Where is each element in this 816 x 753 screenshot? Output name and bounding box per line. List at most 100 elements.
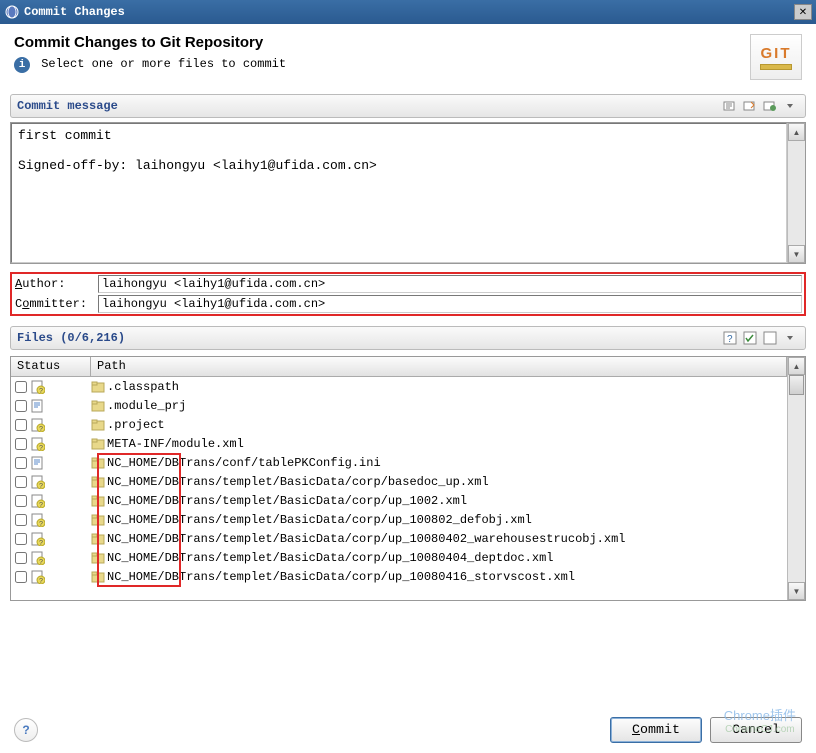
dialog-header: Commit Changes to Git Repository i Selec… <box>0 24 816 90</box>
scroll-up-icon[interactable]: ▲ <box>788 357 805 375</box>
table-row[interactable]: ? META-INF/module.xml <box>11 434 787 453</box>
cancel-button[interactable]: Cancel <box>710 717 802 743</box>
table-body: ? .classpath .module_prj? .project? META-INF… <box>11 377 787 586</box>
table-row[interactable]: ? NC_HOME/DBTrans/templet/BasicData/corp/… <box>11 472 787 491</box>
folder-icon <box>91 418 105 432</box>
dropdown-icon[interactable] <box>781 98 799 114</box>
file-status-icon: ? <box>31 437 45 451</box>
commit-message-textarea[interactable] <box>11 123 787 263</box>
file-status-icon: ? <box>31 570 45 584</box>
file-path: .classpath <box>107 380 179 394</box>
committer-input[interactable] <box>98 295 802 313</box>
git-logo: GIT <box>750 34 802 80</box>
files-header: Files (0/6,216) ? <box>10 326 806 350</box>
folder-icon <box>91 513 105 527</box>
file-path: .module_prj <box>107 399 186 413</box>
table-row[interactable]: NC_HOME/DBTrans/conf/tablePKConfig.ini <box>11 453 787 472</box>
folder-icon <box>91 437 105 451</box>
author-input[interactable] <box>98 275 802 293</box>
page-subtitle: i Select one or more files to commit <box>14 57 750 73</box>
svg-text:?: ? <box>39 388 43 394</box>
svg-text:?: ? <box>39 483 43 489</box>
eclipse-icon <box>4 4 20 20</box>
row-checkbox[interactable] <box>15 552 27 564</box>
svg-text:?: ? <box>39 540 43 546</box>
row-checkbox[interactable] <box>15 419 27 431</box>
file-path: NC_HOME/DBTrans/templet/BasicData/corp/b… <box>107 475 489 489</box>
file-path: META-INF/module.xml <box>107 437 244 451</box>
deselect-all-icon[interactable] <box>761 330 779 346</box>
table-header: Status Path <box>11 357 787 377</box>
amend-icon[interactable] <box>721 98 739 114</box>
scroll-thumb[interactable] <box>789 375 804 395</box>
folder-icon <box>91 570 105 584</box>
files-scrollbar[interactable]: ▲ ▼ <box>787 357 805 600</box>
svg-text:?: ? <box>727 334 733 345</box>
row-checkbox[interactable] <box>15 571 27 583</box>
row-checkbox[interactable] <box>15 514 27 526</box>
signoff-icon[interactable] <box>741 98 759 114</box>
table-row[interactable]: .module_prj <box>11 396 787 415</box>
scrollbar[interactable]: ▲ ▼ <box>787 123 805 263</box>
file-path: NC_HOME/DBTrans/templet/BasicData/corp/u… <box>107 532 625 546</box>
row-checkbox[interactable] <box>15 495 27 507</box>
folder-icon <box>91 532 105 546</box>
file-status-icon <box>31 456 45 470</box>
help-button[interactable]: ? <box>14 718 38 742</box>
select-all-icon[interactable] <box>741 330 759 346</box>
folder-icon <box>91 475 105 489</box>
svg-text:?: ? <box>39 578 43 584</box>
row-checkbox[interactable] <box>15 400 27 412</box>
col-status[interactable]: Status <box>11 357 91 376</box>
scroll-up-icon[interactable]: ▲ <box>788 123 805 141</box>
file-path: NC_HOME/DBTrans/templet/BasicData/corp/u… <box>107 494 467 508</box>
file-status-icon: ? <box>31 532 45 546</box>
dropdown-files-icon[interactable] <box>781 330 799 346</box>
folder-icon <box>91 456 105 470</box>
col-path[interactable]: Path <box>91 357 787 376</box>
commit-message-panel: ▲ ▼ <box>10 122 806 264</box>
row-checkbox[interactable] <box>15 381 27 393</box>
title-bar: Commit Changes ✕ <box>0 0 816 24</box>
file-path: NC_HOME/DBTrans/templet/BasicData/corp/u… <box>107 551 553 565</box>
row-checkbox[interactable] <box>15 438 27 450</box>
row-checkbox[interactable] <box>15 476 27 488</box>
svg-text:?: ? <box>39 559 43 565</box>
commit-message-header: Commit message <box>10 94 806 118</box>
row-checkbox[interactable] <box>15 533 27 545</box>
files-panel: Status Path ? .classpath .module_prj? .proj… <box>10 356 806 601</box>
commit-button[interactable]: Commit <box>610 717 702 743</box>
table-row[interactable]: ? .project <box>11 415 787 434</box>
file-status-icon: ? <box>31 551 45 565</box>
page-title: Commit Changes to Git Repository <box>14 34 750 51</box>
file-status-icon: ? <box>31 418 45 432</box>
table-row[interactable]: ?NC_HOME/DBTrans/templet/BasicData/corp/… <box>11 567 787 586</box>
file-status-icon: ? <box>31 494 45 508</box>
committer-label: Committer: <box>12 297 98 311</box>
table-row[interactable]: ? NC_HOME/DBTrans/templet/BasicData/corp/… <box>11 491 787 510</box>
file-status-icon <box>31 399 45 413</box>
footer: ? Commit Cancel <box>0 717 816 743</box>
row-checkbox[interactable] <box>15 457 27 469</box>
scroll-down-icon[interactable]: ▼ <box>788 582 805 600</box>
file-path: NC_HOME/DBTrans/templet/BasicData/corp/u… <box>107 513 532 527</box>
info-icon: i <box>14 57 30 73</box>
table-row[interactable]: ? NC_HOME/DBTrans/templet/BasicData/corp/… <box>11 529 787 548</box>
file-status-icon: ? <box>31 513 45 527</box>
folder-icon <box>91 399 105 413</box>
author-label: Author: <box>12 277 98 291</box>
table-row[interactable]: ? NC_HOME/DBTrans/templet/BasicData/corp/… <box>11 548 787 567</box>
table-row[interactable]: ? .classpath <box>11 377 787 396</box>
help-files-icon[interactable]: ? <box>721 330 739 346</box>
close-button[interactable]: ✕ <box>794 4 812 20</box>
file-status-icon: ? <box>31 475 45 489</box>
file-path: .project <box>107 418 165 432</box>
file-status-icon: ? <box>31 380 45 394</box>
window-title: Commit Changes <box>24 5 794 19</box>
folder-icon <box>91 380 105 394</box>
changeid-icon[interactable] <box>761 98 779 114</box>
table-row[interactable]: ? NC_HOME/DBTrans/templet/BasicData/corp/… <box>11 510 787 529</box>
scroll-down-icon[interactable]: ▼ <box>788 245 805 263</box>
file-path: NC_HOME/DBTrans/conf/tablePKConfig.ini <box>107 456 381 470</box>
folder-icon <box>91 494 105 508</box>
